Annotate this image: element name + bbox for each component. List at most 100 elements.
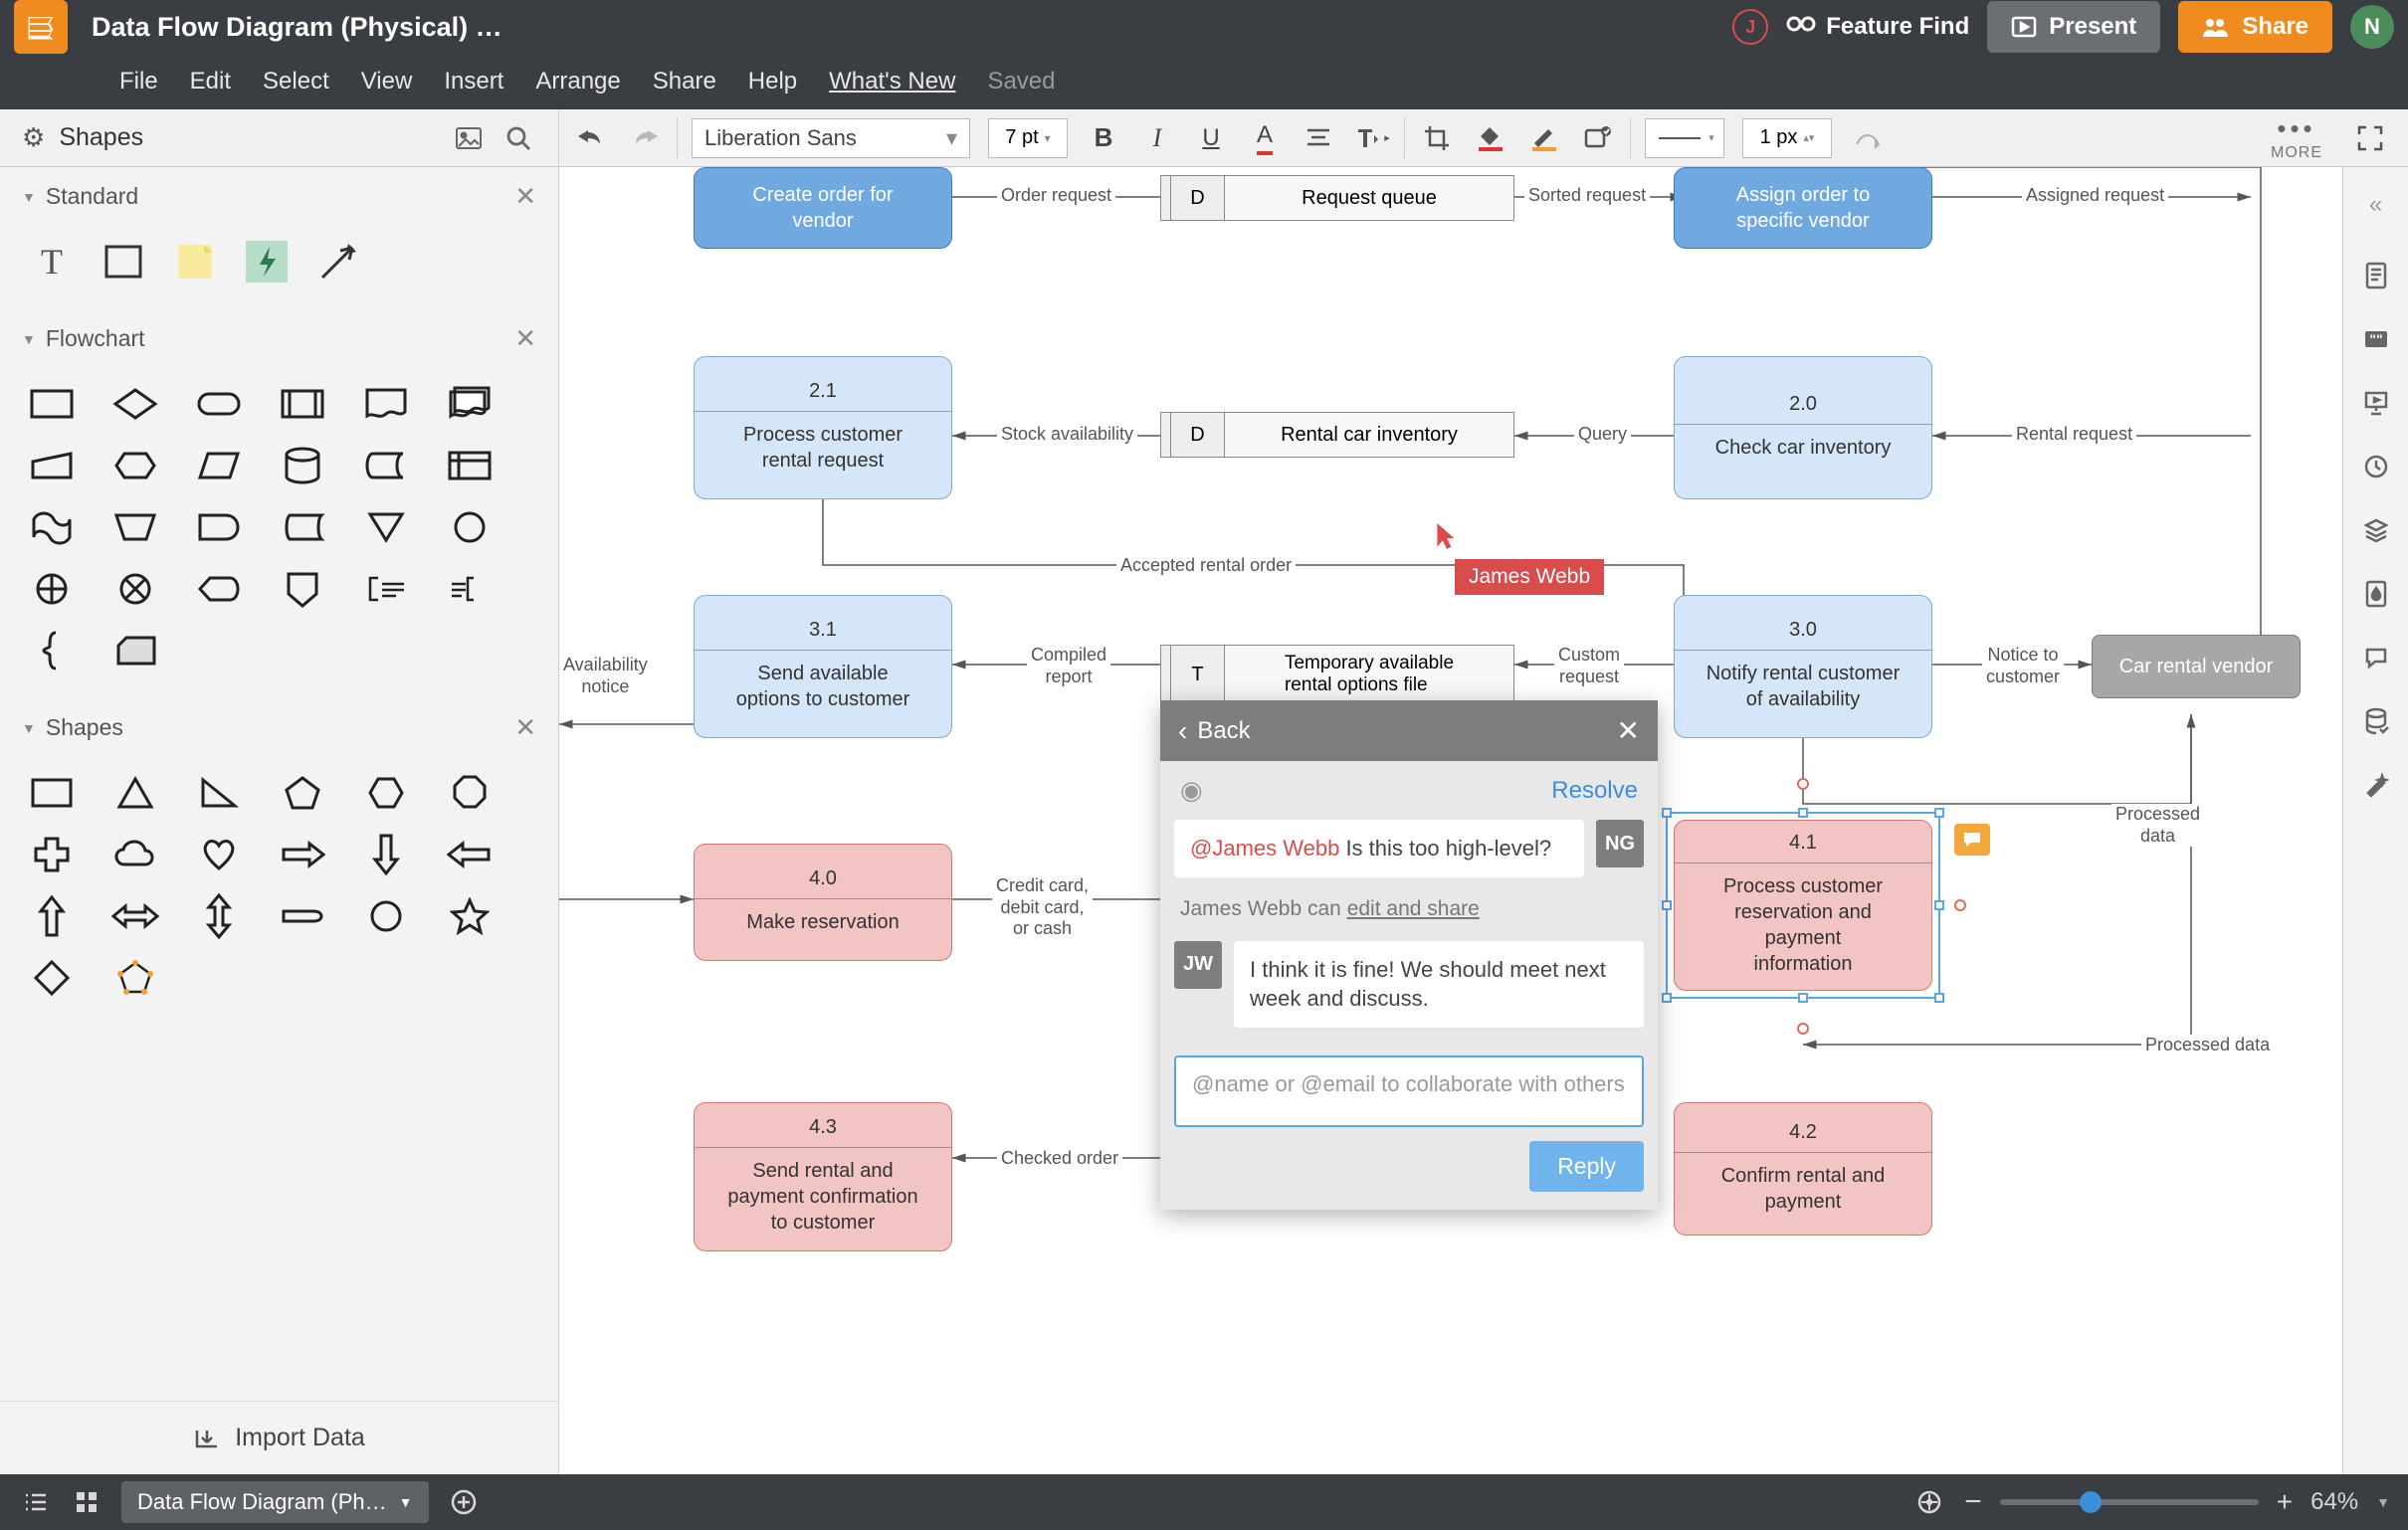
comment-input[interactable]: @name or @email to collaborate with othe… (1174, 1055, 1644, 1127)
underline-button[interactable]: U (1193, 120, 1229, 156)
font-select[interactable]: Liberation Sans▾ (692, 118, 970, 158)
node-2-0[interactable]: 2.0Check car inventory (1674, 356, 1932, 499)
canvas[interactable]: Create order for vendor DRequest queue A… (559, 167, 2342, 1474)
fc-directdata[interactable] (362, 442, 410, 489)
import-data-button[interactable]: Import Data (0, 1401, 558, 1474)
sh-diamond[interactable] (28, 954, 76, 1002)
more-menu[interactable]: ••• MORE (2271, 113, 2322, 162)
menu-edit[interactable]: Edit (190, 68, 231, 96)
fc-delay[interactable] (195, 503, 243, 551)
user-avatar[interactable]: N (2350, 5, 2394, 49)
fc-annotation1[interactable] (362, 565, 410, 613)
rect-shape[interactable] (100, 238, 147, 286)
border-color-button[interactable] (1526, 120, 1562, 156)
grid-view-icon[interactable] (70, 1485, 103, 1519)
datastore-rental-inv[interactable]: DRental car inventory (1160, 412, 1514, 458)
italic-button[interactable]: I (1139, 120, 1175, 156)
sh-arrow-hboth[interactable] (111, 892, 159, 940)
close-icon[interactable]: ✕ (514, 323, 536, 354)
fc-decision[interactable] (111, 380, 159, 428)
fc-manualinput[interactable] (28, 442, 76, 489)
sh-rect[interactable] (28, 769, 76, 817)
bolt-shape[interactable] (243, 238, 291, 286)
comment-indicator-icon[interactable] (1954, 824, 1990, 856)
menu-view[interactable]: View (361, 68, 413, 96)
fc-manualop[interactable] (111, 503, 159, 551)
menu-share[interactable]: Share (653, 68, 716, 96)
menu-file[interactable]: File (119, 68, 158, 96)
fc-annotation2[interactable] (446, 565, 494, 613)
shape-options-button[interactable] (1580, 120, 1616, 156)
section-standard[interactable]: ▼Standard✕ (0, 167, 558, 226)
presentation-icon[interactable] (2361, 388, 2391, 418)
sh-octagon[interactable] (446, 769, 494, 817)
app-logo[interactable] (14, 0, 68, 54)
node-assign-order[interactable]: Assign order to specific vendor (1674, 167, 1932, 249)
menu-insert[interactable]: Insert (444, 68, 503, 96)
add-page-button[interactable] (447, 1485, 481, 1519)
fc-brace[interactable] (28, 627, 76, 674)
sh-star[interactable] (446, 892, 494, 940)
outline-icon[interactable] (18, 1485, 52, 1519)
align-button[interactable] (1301, 120, 1336, 156)
sh-arrow-vboth[interactable] (195, 892, 243, 940)
node-2-1[interactable]: 2.1Process customer rental request (694, 356, 952, 499)
doc-title[interactable]: Data Flow Diagram (Physical) … (92, 12, 1732, 43)
line-options-button[interactable] (1850, 120, 1886, 156)
sh-rtriangle[interactable] (195, 769, 243, 817)
comment-close-button[interactable]: ✕ (1617, 714, 1640, 747)
sh-arrow-left[interactable] (446, 831, 494, 878)
zoom-out-button[interactable]: − (1964, 1485, 1982, 1519)
sh-cross[interactable] (28, 831, 76, 878)
section-shapes[interactable]: ▼Shapes✕ (0, 698, 558, 757)
close-icon[interactable]: ✕ (514, 712, 536, 743)
image-icon[interactable] (451, 120, 487, 156)
undo-button[interactable] (573, 120, 609, 156)
history-icon[interactable] (2361, 452, 2391, 481)
node-vendor[interactable]: Car rental vendor (2092, 635, 2301, 698)
pin-icon[interactable]: ◉ (1180, 775, 1203, 806)
menu-whats-new[interactable]: What's New (829, 68, 955, 96)
share-button[interactable]: Share (2178, 1, 2332, 53)
zoom-in-button[interactable]: + (2277, 1486, 2293, 1518)
fc-document[interactable] (362, 380, 410, 428)
fc-offpage[interactable] (279, 565, 326, 613)
node-3-1[interactable]: 3.1Send available options to customer (694, 595, 952, 738)
fc-database[interactable] (279, 442, 326, 489)
menu-help[interactable]: Help (748, 68, 797, 96)
magic-icon[interactable] (2361, 770, 2391, 800)
zoom-thumb[interactable] (2080, 1491, 2102, 1513)
fc-preparation[interactable] (111, 442, 159, 489)
sh-cloud[interactable] (111, 831, 159, 878)
reply-button[interactable]: Reply (1529, 1141, 1644, 1192)
sh-pentagon[interactable] (279, 769, 326, 817)
font-size-select[interactable]: 7 pt▾ (988, 118, 1068, 158)
section-flowchart[interactable]: ▼Flowchart✕ (0, 309, 558, 368)
sh-arrow-up[interactable] (28, 892, 76, 940)
fc-sumjunction[interactable] (111, 565, 159, 613)
sh-callout[interactable] (279, 892, 326, 940)
zoom-value[interactable]: 64% (2310, 1488, 2358, 1516)
menu-select[interactable]: Select (263, 68, 329, 96)
target-icon[interactable] (1912, 1485, 1946, 1519)
sh-heart[interactable] (195, 831, 243, 878)
fc-process[interactable] (28, 380, 76, 428)
fc-tape[interactable] (28, 503, 76, 551)
crop-icon[interactable] (1419, 120, 1455, 156)
datastore-temp-file[interactable]: TTemporary available rental options file (1160, 645, 1514, 704)
node-4-2[interactable]: 4.2Confirm rental and payment (1674, 1102, 1932, 1236)
sh-arrow-right[interactable] (279, 831, 326, 878)
data-icon[interactable] (2361, 706, 2391, 736)
fc-storeddata[interactable] (279, 503, 326, 551)
connection-point[interactable] (1797, 778, 1809, 790)
search-icon[interactable] (501, 120, 536, 156)
fullscreen-icon[interactable] (2352, 120, 2388, 156)
node-create-order[interactable]: Create order for vendor (694, 167, 952, 249)
page-tab[interactable]: Data Flow Diagram (Ph…▼ (121, 1481, 429, 1523)
zoom-slider[interactable] (2000, 1499, 2259, 1505)
bold-button[interactable]: B (1086, 120, 1121, 156)
datastore-request-queue[interactable]: DRequest queue (1160, 175, 1514, 221)
arrow-shape[interactable] (314, 238, 362, 286)
fc-display[interactable] (195, 565, 243, 613)
fc-card[interactable] (111, 627, 159, 674)
